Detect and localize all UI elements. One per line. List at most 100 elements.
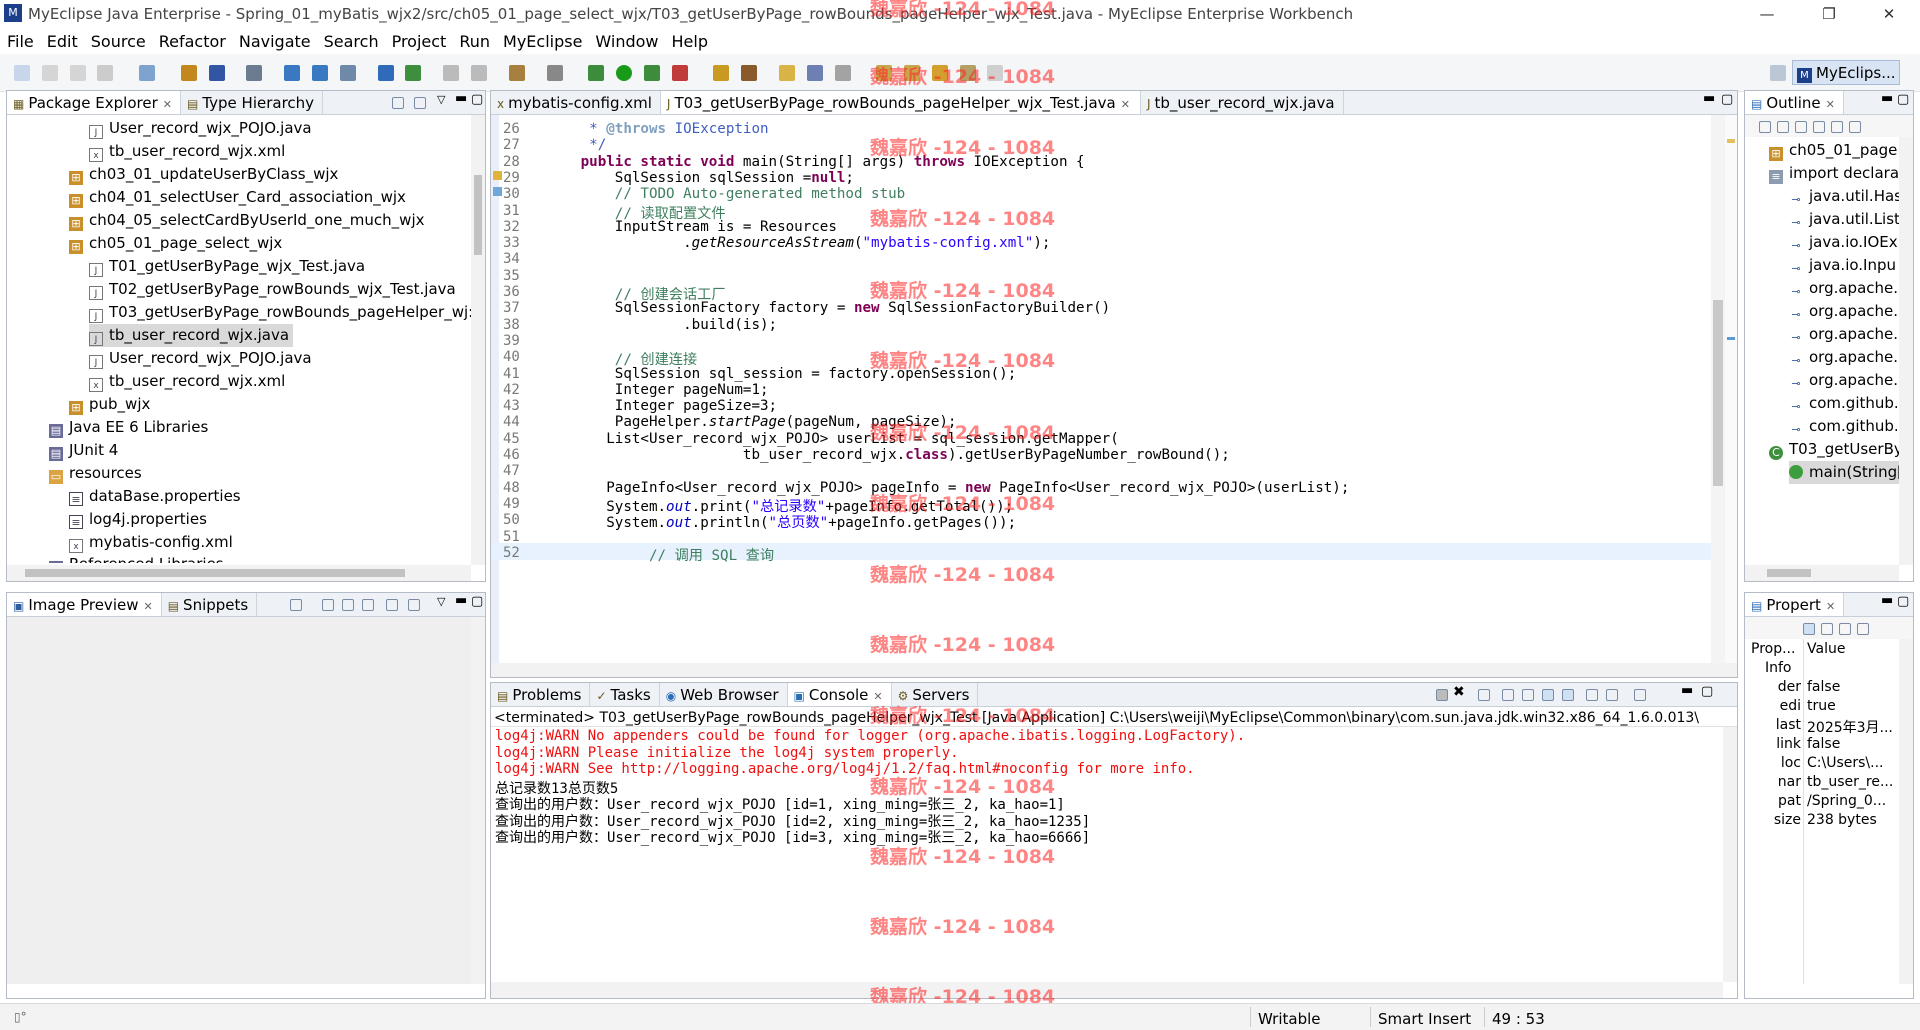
tree-item[interactable]: ▭ resources	[49, 462, 142, 485]
minimize-view-icon[interactable]: ▬	[455, 91, 467, 106]
image-toolbar-icon[interactable]	[322, 599, 334, 611]
remove-launch-icon[interactable]: ✖	[1453, 684, 1465, 700]
maximize-view-icon[interactable]: ▢	[1721, 92, 1733, 107]
menu-source[interactable]: Source	[84, 28, 152, 51]
vertical-scrollbar[interactable]	[471, 115, 485, 565]
minimize-view-icon[interactable]: ▬	[455, 593, 467, 608]
close-icon[interactable]: ✕	[1121, 98, 1130, 111]
property-row[interactable]: nar tb_user_re...	[1745, 774, 1899, 793]
close-icon[interactable]: ✕	[1826, 98, 1835, 111]
tree-item[interactable]: x mybatis-config.xml	[69, 531, 233, 554]
tree-item[interactable]: J User_record_wjx_POJO.java	[89, 347, 312, 370]
minimize-view-icon[interactable]: ▬	[1881, 91, 1893, 106]
run-icon[interactable]	[616, 65, 633, 81]
outline-item[interactable]: ⊸ org.apache.	[1789, 300, 1898, 323]
close-button[interactable]: ✕	[1866, 2, 1912, 26]
zoom-in-icon[interactable]	[362, 599, 374, 611]
task-icon[interactable]	[493, 187, 502, 196]
save-all-icon[interactable]	[69, 65, 86, 81]
tab-t03-test[interactable]: J T03_getUserByPage_rowBounds_pageHelper_…	[660, 91, 1141, 114]
minimize-view-icon[interactable]: ▬	[1703, 91, 1715, 106]
scroll-thumb[interactable]	[25, 569, 405, 577]
outline-item[interactable]: ⊞ ch05_01_page	[1769, 139, 1897, 162]
minimize-view-icon[interactable]: ▬	[1681, 683, 1693, 698]
column-header[interactable]: Prop...	[1751, 641, 1801, 657]
code-editor[interactable]: 26 27 28 29 30 31 32 33 34 35 36 37 38 3…	[491, 115, 1737, 663]
tree-item[interactable]: J T01_getUserByPage_wjx_Test.java	[89, 255, 365, 278]
launch-icon[interactable]	[377, 65, 394, 81]
open-type-icon[interactable]	[180, 65, 197, 81]
property-row[interactable]: edi true	[1745, 698, 1899, 717]
original-size-icon[interactable]	[408, 599, 420, 611]
vertical-scrollbar[interactable]	[1723, 727, 1737, 982]
outline-item[interactable]: ⊸ java.util.Has	[1789, 185, 1899, 208]
save-icon[interactable]	[41, 65, 58, 81]
tab-tb-user-record[interactable]: Jtb_user_record_wjx.java	[1141, 91, 1344, 114]
zoom-out-icon[interactable]	[342, 599, 354, 611]
outline-item[interactable]: ⊸ com.github.	[1789, 392, 1898, 415]
debug-icon[interactable]	[588, 65, 605, 81]
show-categories-icon[interactable]	[1803, 623, 1815, 635]
maximize-view-icon[interactable]: ▢	[1897, 92, 1909, 107]
clear-console-icon[interactable]	[1502, 689, 1514, 701]
outline-item[interactable]: ⊸ java.io.IOEx	[1789, 231, 1897, 254]
property-row[interactable]: loc C:\Users\...	[1745, 755, 1899, 774]
tab-mybatis-config[interactable]: x mybatis-config.xml	[491, 91, 661, 114]
maximize-view-icon[interactable]: ▢	[471, 92, 483, 107]
tree-item[interactable]: x tb_user_record_wjx.xml	[89, 370, 285, 393]
history-icon[interactable]	[470, 65, 487, 81]
overview-marker[interactable]	[1727, 337, 1735, 340]
tab-web-browser[interactable]: ◉ Web Browser	[660, 683, 788, 706]
vertical-scrollbar[interactable]	[1899, 137, 1913, 565]
database-icon[interactable]	[246, 65, 263, 81]
outline-item[interactable]: ≡ import declarat	[1769, 162, 1899, 185]
open-console-icon[interactable]	[1634, 689, 1646, 701]
outline-item-selected[interactable]: main(String[]	[1789, 461, 1899, 484]
minimize-button[interactable]: —	[1744, 2, 1790, 26]
menu-help[interactable]: Help	[665, 28, 714, 51]
menu-navigate[interactable]: Navigate	[232, 28, 317, 51]
tree-item[interactable]: ⊞ ch05_01_page_select_wjx	[69, 232, 282, 255]
tree-item[interactable]: J T03_getUserByPage_rowBounds_pageHelper_…	[89, 301, 473, 324]
new-icon[interactable]	[14, 65, 30, 81]
tab-package-explorer[interactable]: ▦ Package Explorer ✕	[7, 91, 181, 114]
web-icon[interactable]	[339, 65, 356, 81]
tree-item[interactable]: ⊞ ch03_01_updateUserByClass_wjx	[69, 163, 338, 186]
view-menu-icon[interactable]: ▽	[437, 93, 445, 106]
deploy-icon[interactable]	[284, 65, 301, 81]
pin-console-icon[interactable]	[1586, 689, 1598, 701]
hide-nonpublic-icon[interactable]	[1831, 121, 1843, 133]
outline-item[interactable]: ⊸ org.apache.	[1789, 346, 1898, 369]
properties-group[interactable]: Info	[1745, 660, 1899, 679]
tree-item[interactable]: ▤ Java EE 6 Libraries	[49, 416, 208, 439]
menu-window[interactable]: Window	[588, 28, 664, 51]
remove-all-icon[interactable]	[1478, 689, 1490, 701]
overview-marker[interactable]	[1727, 139, 1735, 143]
horizontal-scrollbar[interactable]	[7, 565, 471, 581]
outline-item[interactable]: ⊸ java.util.List	[1789, 208, 1899, 231]
close-icon[interactable]: ✕	[1826, 600, 1835, 613]
outline-item[interactable]: C T03_getUserByl	[1769, 438, 1899, 461]
tab-outline[interactable]: ▤ Outline ✕	[1745, 91, 1844, 114]
view-menu-icon[interactable]: ▽	[437, 595, 445, 608]
maximize-view-icon[interactable]: ▢	[1701, 684, 1713, 699]
menu-search[interactable]: Search	[317, 28, 385, 51]
tree-item[interactable]: ▤ Referenced Libraries	[49, 553, 224, 563]
menu-edit[interactable]: Edit	[40, 28, 84, 51]
menu-project[interactable]: Project	[385, 28, 453, 51]
display-console-icon[interactable]	[1606, 689, 1618, 701]
scroll-lock-icon[interactable]	[1522, 689, 1534, 701]
pin-icon[interactable]	[1857, 623, 1869, 635]
search-icon[interactable]	[443, 65, 460, 81]
refresh-icon[interactable]	[290, 599, 302, 611]
column-header[interactable]: Value	[1807, 641, 1893, 657]
package-icon[interactable]	[508, 65, 525, 81]
maximize-view-icon[interactable]: ▢	[471, 594, 483, 609]
tree-item[interactable]: ≡ dataBase.properties	[69, 485, 241, 508]
restore-default-icon[interactable]	[1839, 623, 1851, 635]
vertical-scrollbar[interactable]	[1899, 639, 1913, 984]
tab-snippets[interactable]: ▤ Snippets	[162, 593, 258, 616]
property-row[interactable]: pat/Spring_0...	[1745, 793, 1899, 812]
collapse-all-icon[interactable]	[1759, 121, 1771, 133]
tree-item[interactable]: ≡ log4j.properties	[69, 508, 207, 531]
